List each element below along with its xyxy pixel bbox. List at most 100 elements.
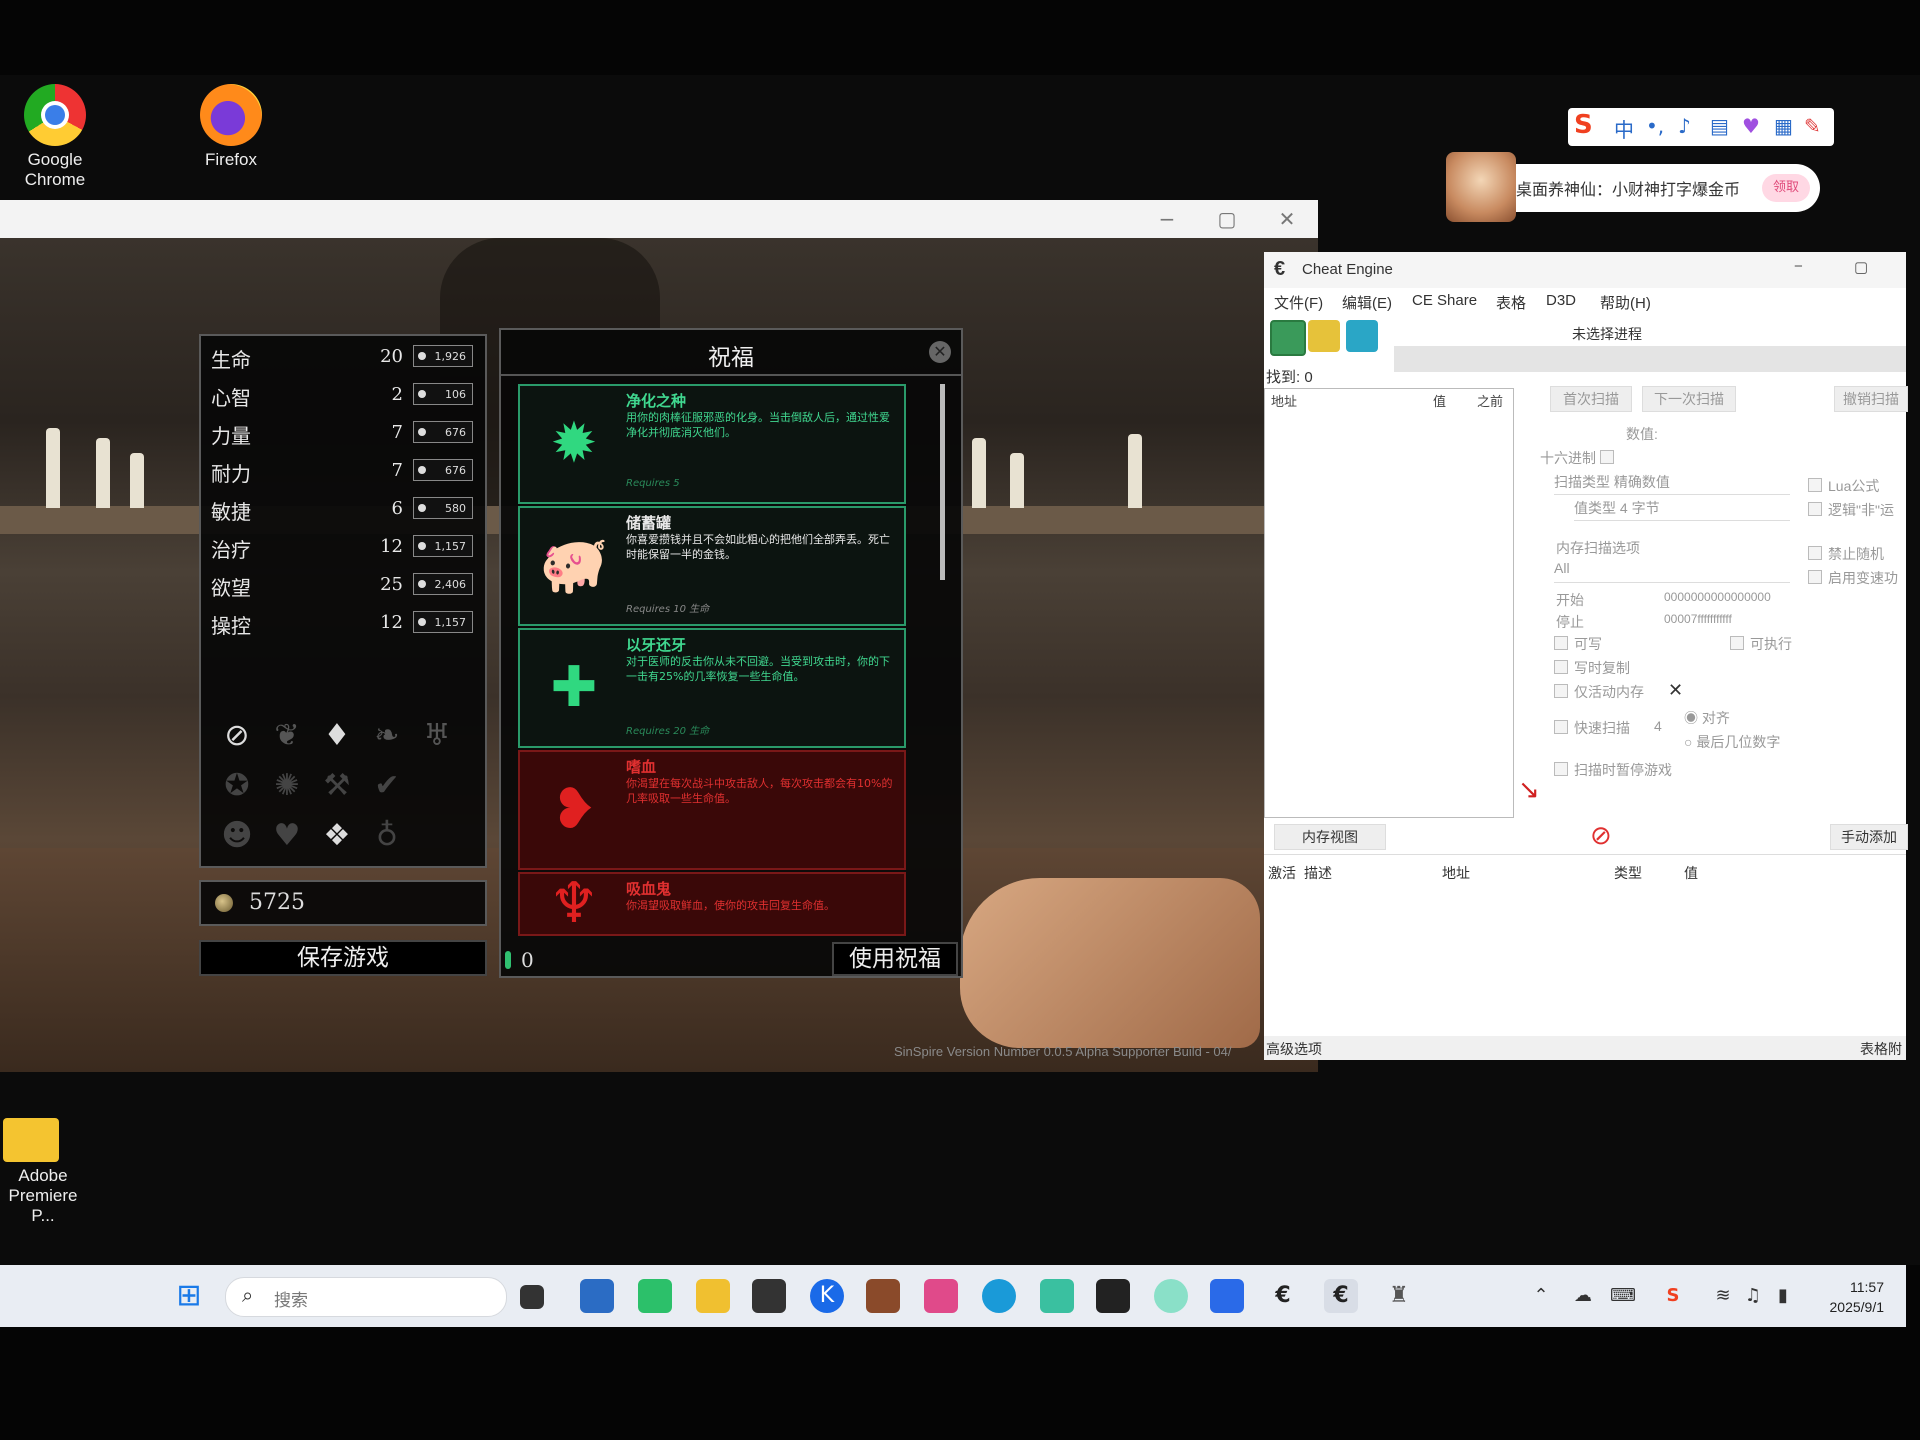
heart2-trait-icon[interactable]: ♥ <box>267 816 307 856</box>
table-extras-button[interactable]: 表格附 <box>1860 1039 1902 1059</box>
first-scan-button[interactable]: 首次扫描 <box>1550 386 1632 412</box>
lua-checkbox[interactable]: Lua公式 <box>1808 476 1879 496</box>
kugou-icon[interactable]: K <box>810 1279 844 1313</box>
edge-icon[interactable] <box>982 1279 1016 1313</box>
skin-icon[interactable]: ♥ <box>1742 114 1760 138</box>
wifi-icon[interactable]: ≋ <box>1706 1279 1740 1313</box>
unity-icon[interactable] <box>752 1279 786 1313</box>
ime-toolbar[interactable]: S 中 •, ♪ ▤ ♥ ▦ ✎ <box>1568 108 1834 146</box>
pig-trait-icon[interactable]: ❦ <box>267 716 307 756</box>
active-mem-checkbox[interactable]: 仅活动内存 <box>1554 682 1644 702</box>
battery-icon[interactable]: ▮ <box>1766 1279 1800 1313</box>
blessing-card[interactable]: ✹ 净化之种 用你的肉棒征服邪恶的化身。当击倒敌人后，通过性爱净化并彻底消灭他们… <box>518 384 906 504</box>
arrow-icon[interactable]: ↘ <box>1518 774 1540 805</box>
potion-trait-icon[interactable]: ♁ <box>367 816 407 856</box>
stat-cost[interactable]: 1,157 <box>413 535 473 557</box>
demon-trait-icon[interactable]: ✺ <box>267 766 307 806</box>
stat-row[interactable]: 治疗 12 1,157 <box>211 532 473 562</box>
menu-table[interactable]: 表格 <box>1496 292 1526 313</box>
stat-row[interactable]: 生命 20 1,926 <box>211 342 473 372</box>
taskview-icon[interactable] <box>520 1285 544 1309</box>
save-game-button[interactable]: 保存游戏 <box>199 940 487 976</box>
close-icon[interactable]: ✕ <box>1272 206 1302 232</box>
executable-checkbox[interactable]: 可执行 <box>1730 634 1792 654</box>
apps-icon[interactable]: ▦ <box>1774 114 1793 138</box>
feishu-icon[interactable] <box>1210 1279 1244 1313</box>
game-titlebar[interactable]: − ▢ ✕ <box>0 200 1318 238</box>
cloud-icon[interactable]: ☁ <box>1566 1279 1600 1313</box>
face-trait-icon[interactable]: ☻ <box>217 816 257 856</box>
clock[interactable]: 11:57 2025/9/1 <box>1830 1277 1885 1317</box>
menu-ceshare[interactable]: CE Share <box>1412 292 1477 309</box>
file-explorer-icon[interactable] <box>696 1279 730 1313</box>
volume-icon[interactable]: ♫ <box>1736 1279 1770 1313</box>
scan-type-select[interactable]: 扫描类型 精确数值 <box>1554 472 1790 495</box>
memory-view-button[interactable]: 内存视图 <box>1274 824 1386 850</box>
clear-icon[interactable]: ⊘ <box>1590 820 1612 851</box>
results-list[interactable]: 地址 值 之前 <box>1264 388 1514 818</box>
save-icon[interactable] <box>1346 320 1378 352</box>
cheat-engine-window[interactable]: € Cheat Engine − ▢ 文件(F) 编辑(E) CE Share … <box>1264 252 1908 1060</box>
mic-icon[interactable]: ♪ <box>1678 114 1691 138</box>
hammer-trait-icon[interactable]: ⚒ <box>317 766 357 806</box>
cheat-engine-active-icon[interactable]: € <box>1324 1279 1358 1313</box>
stat-row[interactable]: 欲望 25 2,406 <box>211 570 473 600</box>
camera-icon[interactable] <box>1096 1279 1130 1313</box>
app-icon[interactable]: ♜ <box>1382 1279 1416 1313</box>
video-app-icon[interactable] <box>924 1279 958 1313</box>
stat-cost[interactable]: 2,406 <box>413 573 473 595</box>
fast-scan-value[interactable]: 4 <box>1654 718 1662 734</box>
heart-trait-icon[interactable]: ❧ <box>367 716 407 756</box>
speedhack-checkbox[interactable]: 启用变速功 <box>1808 568 1898 588</box>
writable-checkbox[interactable]: 可写 <box>1554 634 1602 654</box>
sogou-icon[interactable]: S <box>1574 110 1593 140</box>
stat-cost[interactable]: 580 <box>413 497 473 519</box>
manual-add-button[interactable]: 手动添加 <box>1830 824 1908 850</box>
keyboard-icon[interactable]: ⌨ <box>1606 1279 1640 1313</box>
minimize-icon[interactable]: − <box>1152 206 1182 232</box>
stat-cost[interactable]: 1,157 <box>413 611 473 633</box>
seed-trait-icon[interactable]: ⊘ <box>217 716 257 756</box>
punct-icon[interactable]: •, <box>1646 114 1664 138</box>
desktop-icon-premiere[interactable]: Adobe Premiere P... <box>0 1110 86 1226</box>
open-file-icon[interactable] <box>1308 320 1340 352</box>
apple-trait-icon[interactable]: ❖ <box>317 816 357 856</box>
cow-checkbox[interactable]: 写时复制 <box>1554 658 1630 678</box>
menu-file[interactable]: 文件(F) <box>1274 292 1323 313</box>
fast-scan-checkbox[interactable]: 快速扫描 <box>1554 718 1630 738</box>
game-icon[interactable] <box>866 1279 900 1313</box>
value-type-select[interactable]: 值类型 4 字节 <box>1574 498 1790 521</box>
last-digits-radio[interactable]: ○ 最后几位数字 <box>1684 732 1780 752</box>
keyboard-icon[interactable]: ▤ <box>1710 114 1729 138</box>
maximize-icon[interactable]: ▢ <box>1854 258 1868 276</box>
stat-cost[interactable]: 1,926 <box>413 345 473 367</box>
blessing-card[interactable]: ✚ 以牙还牙 对于医师的反击你从未不回避。当受到攻击时，你的下一击有25%的几率… <box>518 628 906 748</box>
blessings-scrollbar[interactable] <box>940 384 945 580</box>
ce-titlebar[interactable]: € Cheat Engine − ▢ <box>1264 252 1906 288</box>
advanced-options-button[interactable]: 高级选项 <box>1266 1039 1322 1059</box>
check-trait-icon[interactable]: ✔ <box>367 766 407 806</box>
address-table[interactable]: 激活 描述 地址 类型 值 <box>1264 854 1906 1055</box>
undo-scan-button[interactable]: 撤销扫描 <box>1834 386 1908 412</box>
pause-checkbox[interactable]: 扫描时暂停游戏 <box>1554 760 1672 780</box>
stat-row[interactable]: 心智 2 106 <box>211 380 473 410</box>
stat-row[interactable]: 操控 12 1,157 <box>211 608 473 638</box>
stop-address[interactable]: 00007fffffffffff <box>1664 612 1732 626</box>
stat-row[interactable]: 力量 7 676 <box>211 418 473 448</box>
blessing-card[interactable]: 🐖 储蓄罐 你喜爱攒钱并且不会如此粗心的把他们全部弄丢。死亡时能保留一半的金钱。… <box>518 506 906 626</box>
stat-row[interactable]: 敏捷 6 580 <box>211 494 473 524</box>
hex-checkbox-label[interactable]: 十六进制 <box>1540 448 1620 468</box>
select-process-icon[interactable] <box>1270 320 1306 356</box>
hex-checkbox[interactable] <box>1599 450 1614 464</box>
region-select[interactable]: All <box>1554 560 1790 583</box>
use-blessing-button[interactable]: 使用祝福 <box>832 942 958 976</box>
cheat-engine-icon[interactable]: € <box>1266 1279 1300 1313</box>
sogou-tray-icon[interactable]: S <box>1656 1279 1690 1313</box>
stat-cost[interactable]: 106 <box>413 383 473 405</box>
wechat-icon[interactable] <box>638 1279 672 1313</box>
minimize-icon[interactable]: − <box>1794 258 1803 275</box>
blessing-card[interactable]: ♆ 吸血鬼 你渴望吸取鲜血，使你的攻击回复生命值。 <box>518 872 906 936</box>
maximize-icon[interactable]: ▢ <box>1212 206 1242 232</box>
logic-not-checkbox[interactable]: 逻辑"非"运 <box>1808 500 1894 520</box>
menu-help[interactable]: 帮助(H) <box>1600 292 1651 313</box>
